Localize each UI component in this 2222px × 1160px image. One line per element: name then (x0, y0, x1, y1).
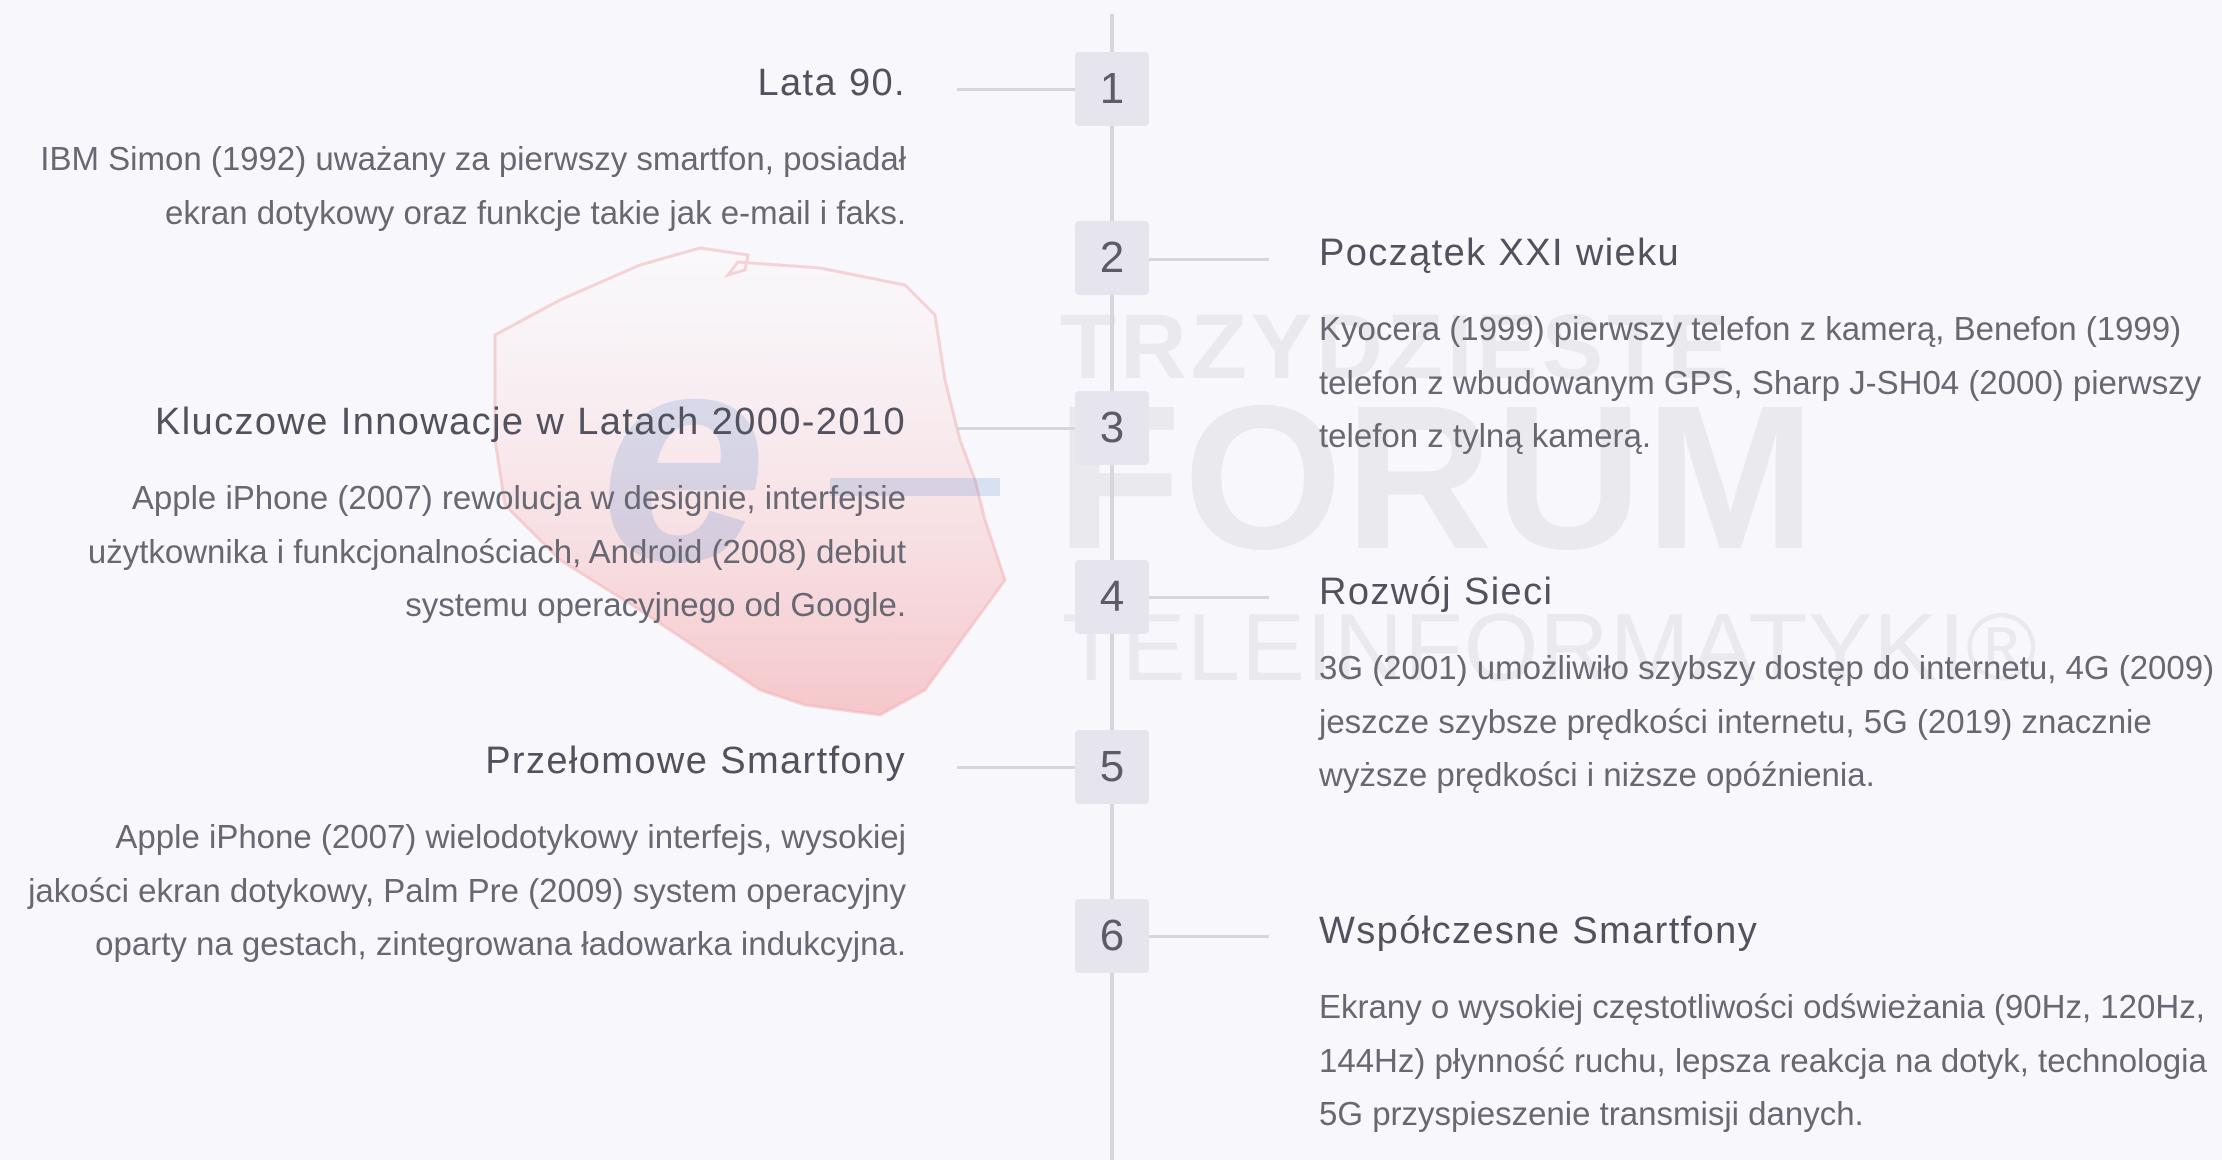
connector-5 (957, 766, 1075, 769)
timeline-item-3: Kluczowe Innowacje w Latach 2000-2010 Ap… (6, 399, 906, 632)
item-description: 3G (2001) umożliwiło szybszy dostęp do i… (1319, 649, 2215, 793)
step-number: 3 (1099, 403, 1125, 452)
item-description: IBM Simon (1992) uważany za pierwszy sma… (40, 140, 906, 231)
timeline-item-4: Rozwój Sieci 3G (2001) umożliwiło szybsz… (1319, 569, 2219, 802)
step-number: 1 (1099, 64, 1125, 113)
step-number: 2 (1099, 233, 1125, 282)
item-title: Początek XXI wieku (1319, 232, 1681, 274)
timeline-item-2: Początek XXI wieku Kyocera (1999) pierws… (1319, 230, 2219, 463)
connector-1 (957, 88, 1075, 91)
step-number: 5 (1099, 742, 1125, 791)
item-title: Współczesne Smartfony (1319, 910, 1759, 952)
step-number: 6 (1099, 911, 1125, 960)
step-badge-2: 2 (1075, 221, 1149, 295)
item-description: Apple iPhone (2007) wielodotykowy interf… (28, 818, 906, 962)
connector-3 (957, 427, 1075, 430)
step-number: 4 (1099, 572, 1125, 621)
item-title: Kluczowe Innowacje w Latach 2000-2010 (154, 401, 906, 443)
item-description: Ekrany o wysokiej częstotliwości odśwież… (1319, 988, 2207, 1132)
step-badge-3: 3 (1075, 391, 1149, 465)
timeline-item-5: Przełomowe Smartfony Apple iPhone (2007)… (6, 738, 906, 971)
item-description: Apple iPhone (2007) rewolucja w designie… (87, 479, 906, 623)
item-title: Rozwój Sieci (1319, 571, 1554, 613)
connector-6 (1149, 935, 1269, 938)
connector-2 (1149, 258, 1269, 261)
item-title: Przełomowe Smartfony (485, 740, 906, 782)
step-badge-4: 4 (1075, 560, 1149, 634)
timeline-item-6: Współczesne Smartfony Ekrany o wysokiej … (1319, 908, 2219, 1141)
item-title: Lata 90. (757, 62, 906, 104)
connector-4 (1149, 596, 1269, 599)
item-description: Kyocera (1999) pierwszy telefon z kamerą… (1319, 310, 2202, 454)
step-badge-6: 6 (1075, 899, 1149, 973)
timeline-item-1: Lata 90. IBM Simon (1992) uważany za pie… (6, 60, 906, 239)
step-badge-1: 1 (1075, 52, 1149, 126)
step-badge-5: 5 (1075, 730, 1149, 804)
